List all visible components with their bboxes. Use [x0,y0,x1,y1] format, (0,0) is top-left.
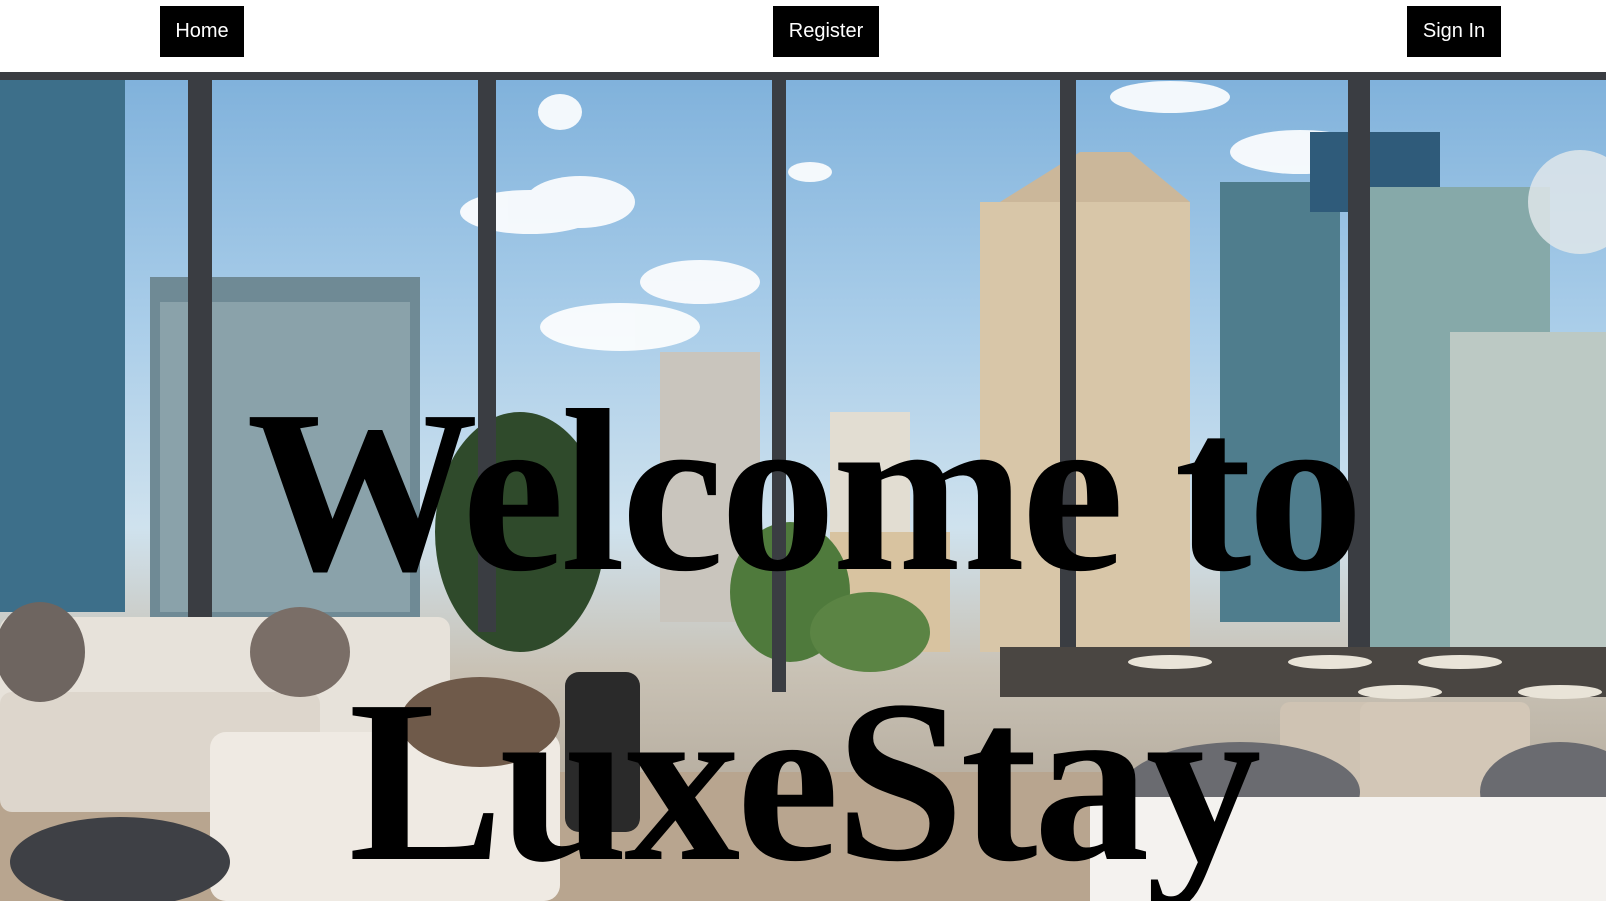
hero-section: Welcome to LuxeStay [0,72,1606,901]
hero-headline: Welcome to LuxeStay [246,363,1363,901]
register-button[interactable]: Register [773,6,879,57]
top-navigation: Home Register Sign In [0,0,1606,72]
sign-in-button[interactable]: Sign In [1407,6,1501,57]
home-button[interactable]: Home [160,6,244,57]
